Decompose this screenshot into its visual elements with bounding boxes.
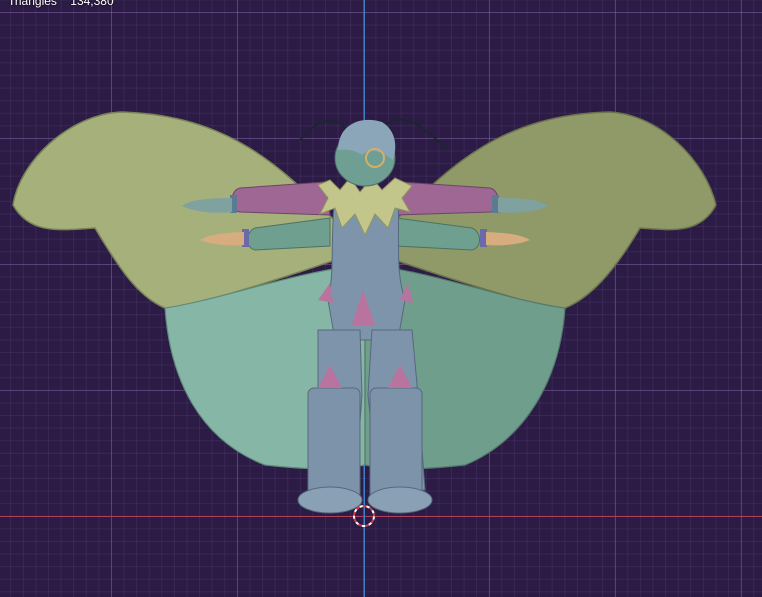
right-boot <box>369 387 423 501</box>
right-foot <box>367 486 433 514</box>
triangle-count-label: Triangles <box>8 0 57 8</box>
right-wrist-band <box>492 195 499 213</box>
triangle-count-value: 134,380 <box>70 0 114 8</box>
3d-viewport[interactable]: Triangles 134,380 <box>0 0 762 597</box>
right-lower-wrist-band <box>480 229 487 247</box>
left-foot <box>297 486 363 514</box>
moth-character-model[interactable] <box>0 0 762 597</box>
left-boot <box>307 387 361 501</box>
triangle-count: Triangles 134,380 <box>8 0 114 8</box>
3d-cursor-icon <box>353 505 375 527</box>
